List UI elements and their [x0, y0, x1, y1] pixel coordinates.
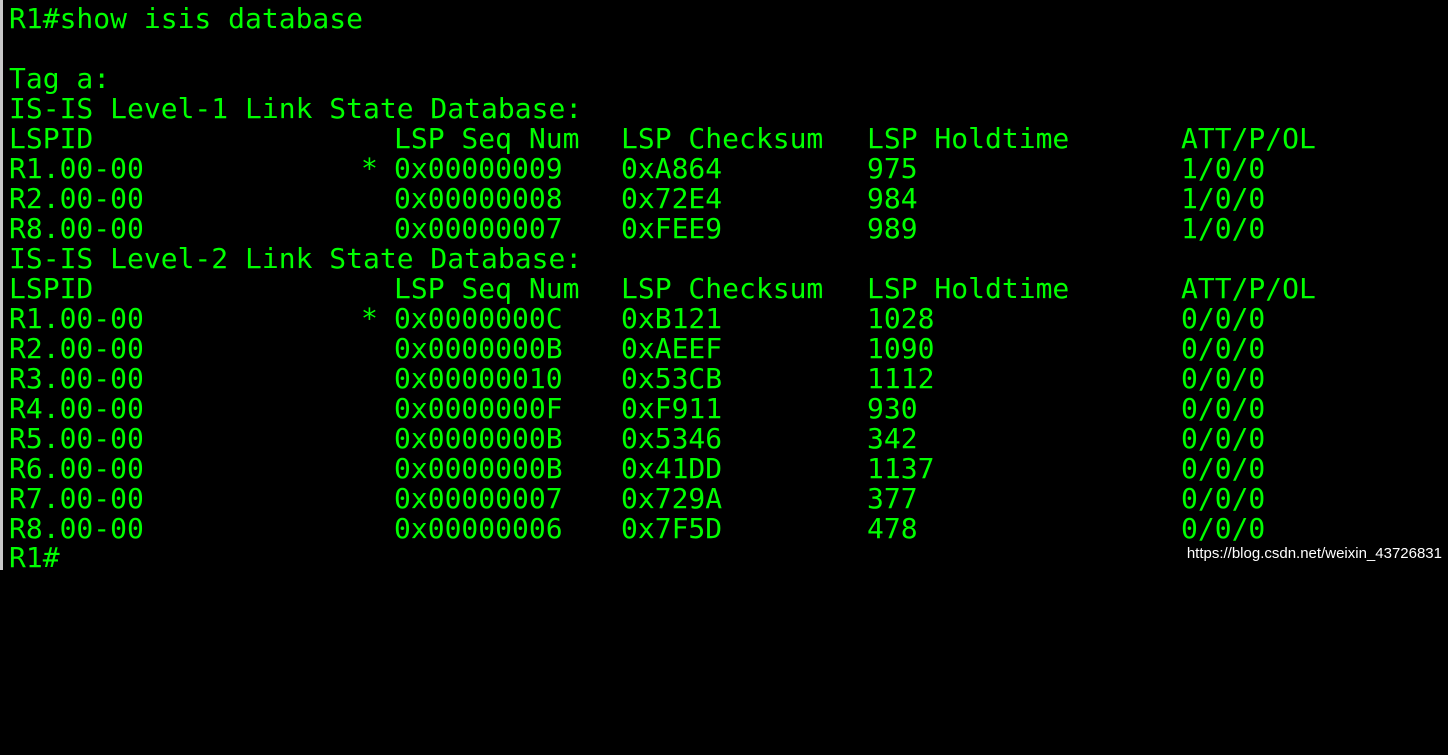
tag-line: Tag a: [9, 64, 110, 94]
table-row: R5.00-00 0x0000000B 0x5346 342 0/0/0 [9, 424, 1265, 454]
level2-header-row: LSPID LSP Seq Num LSP Checksum LSP Holdt… [9, 274, 1316, 304]
header-flags: ATT/P/OL [1181, 122, 1316, 155]
cell-seq: 0x0000000B [394, 452, 563, 485]
cell-flags: 0/0/0 [1181, 392, 1266, 425]
table-row: R8.00-00 0x00000007 0xFEE9 989 1/0/0 [9, 214, 1265, 244]
cell-local-marker: * [361, 302, 378, 335]
cell-holdtime: 930 [867, 392, 918, 425]
terminal-window[interactable]: R1#show isis database Tag a: IS-IS Level… [0, 0, 1448, 573]
cell-checksum: 0x5346 [621, 422, 723, 455]
table-row: R6.00-00 0x0000000B 0x41DD 1137 0/0/0 [9, 454, 1265, 484]
level2-title-text: IS-IS Level-2 Link State Database: [9, 242, 583, 275]
prompt-line[interactable]: R1# [9, 543, 76, 573]
table-row: R8.00-00 0x00000006 0x7F5D 478 0/0/0 [9, 514, 1265, 544]
table-row: R1.00-00 * 0x00000009 0xA864 975 1/0/0 [9, 154, 1265, 184]
cell-checksum: 0x729A [621, 482, 723, 515]
cell-flags: 1/0/0 [1181, 212, 1266, 245]
header-checksum: LSP Checksum [621, 272, 824, 305]
cell-flags: 0/0/0 [1181, 512, 1266, 545]
cell-seq: 0x00000006 [394, 512, 563, 545]
cell-lspid: R4.00-00 [9, 392, 144, 425]
cell-flags: 0/0/0 [1181, 422, 1266, 455]
cell-flags: 1/0/0 [1181, 182, 1266, 215]
command-text: R1#show isis database [9, 2, 364, 35]
cell-lspid: R8.00-00 [9, 212, 144, 245]
cell-flags: 0/0/0 [1181, 362, 1266, 395]
table-row: R3.00-00 0x00000010 0x53CB 1112 0/0/0 [9, 364, 1265, 394]
cell-seq: 0x00000007 [394, 482, 563, 515]
cell-holdtime: 1137 [867, 452, 935, 485]
cell-checksum: 0xA864 [621, 152, 723, 185]
cell-holdtime: 377 [867, 482, 918, 515]
header-seq: LSP Seq Num [394, 122, 580, 155]
table-row: R7.00-00 0x00000007 0x729A 377 0/0/0 [9, 484, 1265, 514]
cell-flags: 0/0/0 [1181, 452, 1266, 485]
cell-seq: 0x0000000F [394, 392, 563, 425]
tag-text: Tag a: [9, 62, 111, 95]
cell-lspid: R8.00-00 [9, 512, 144, 545]
cell-seq: 0x00000010 [394, 362, 563, 395]
cell-holdtime: 984 [867, 182, 918, 215]
watermark: https://blog.csdn.net/weixin_43726831 [1186, 545, 1442, 562]
header-holdtime: LSP Holdtime [867, 122, 1070, 155]
prompt-text: R1# [9, 541, 60, 574]
cell-holdtime: 1112 [867, 362, 935, 395]
header-lspid: LSPID [9, 272, 94, 305]
header-flags: ATT/P/OL [1181, 272, 1316, 305]
cell-checksum: 0x53CB [621, 362, 723, 395]
table-row: R2.00-00 0x00000008 0x72E4 984 1/0/0 [9, 184, 1265, 214]
cell-flags: 0/0/0 [1181, 302, 1266, 335]
cell-checksum: 0xFEE9 [621, 212, 723, 245]
cell-lspid: R1.00-00 [9, 302, 144, 335]
cell-holdtime: 342 [867, 422, 918, 455]
table-row: R1.00-00 * 0x0000000C 0xB121 1028 0/0/0 [9, 304, 1265, 334]
cell-lspid: R6.00-00 [9, 452, 144, 485]
header-checksum: LSP Checksum [621, 122, 824, 155]
cell-lspid: R2.00-00 [9, 182, 144, 215]
level1-header-row: LSPID LSP Seq Num LSP Checksum LSP Holdt… [9, 124, 1316, 154]
table-row: R4.00-00 0x0000000F 0xF911 930 0/0/0 [9, 394, 1265, 424]
cell-holdtime: 1028 [867, 302, 935, 335]
cell-checksum: 0xF911 [621, 392, 723, 425]
cell-seq: 0x0000000C [394, 302, 563, 335]
table-row: R2.00-00 0x0000000B 0xAEEF 1090 0/0/0 [9, 334, 1265, 364]
cell-flags: 0/0/0 [1181, 482, 1266, 515]
cell-holdtime: 1090 [867, 332, 935, 365]
cell-lspid: R7.00-00 [9, 482, 144, 515]
cell-seq: 0x00000007 [394, 212, 563, 245]
cell-lspid: R5.00-00 [9, 422, 144, 455]
cell-holdtime: 989 [867, 212, 918, 245]
cell-checksum: 0xB121 [621, 302, 723, 335]
cell-flags: 1/0/0 [1181, 152, 1266, 185]
cell-checksum: 0xAEEF [621, 332, 723, 365]
level1-title: IS-IS Level-1 Link State Database: [9, 94, 582, 124]
cell-seq: 0x0000000B [394, 422, 563, 455]
cell-checksum: 0x72E4 [621, 182, 723, 215]
cell-seq: 0x00000009 [394, 152, 563, 185]
cell-holdtime: 478 [867, 512, 918, 545]
cell-holdtime: 975 [867, 152, 918, 185]
cell-checksum: 0x41DD [621, 452, 723, 485]
cell-lspid: R2.00-00 [9, 332, 144, 365]
header-lspid: LSPID [9, 122, 94, 155]
cell-checksum: 0x7F5D [621, 512, 723, 545]
level2-title: IS-IS Level-2 Link State Database: [9, 244, 582, 274]
cell-lspid: R3.00-00 [9, 362, 144, 395]
cell-local-marker: * [361, 152, 378, 185]
header-seq: LSP Seq Num [394, 272, 580, 305]
cell-seq: 0x00000008 [394, 182, 563, 215]
header-holdtime: LSP Holdtime [867, 272, 1070, 305]
cell-lspid: R1.00-00 [9, 152, 144, 185]
cell-flags: 0/0/0 [1181, 332, 1266, 365]
level1-title-text: IS-IS Level-1 Link State Database: [9, 92, 583, 125]
command-line: R1#show isis database [9, 4, 363, 34]
cell-seq: 0x0000000B [394, 332, 563, 365]
